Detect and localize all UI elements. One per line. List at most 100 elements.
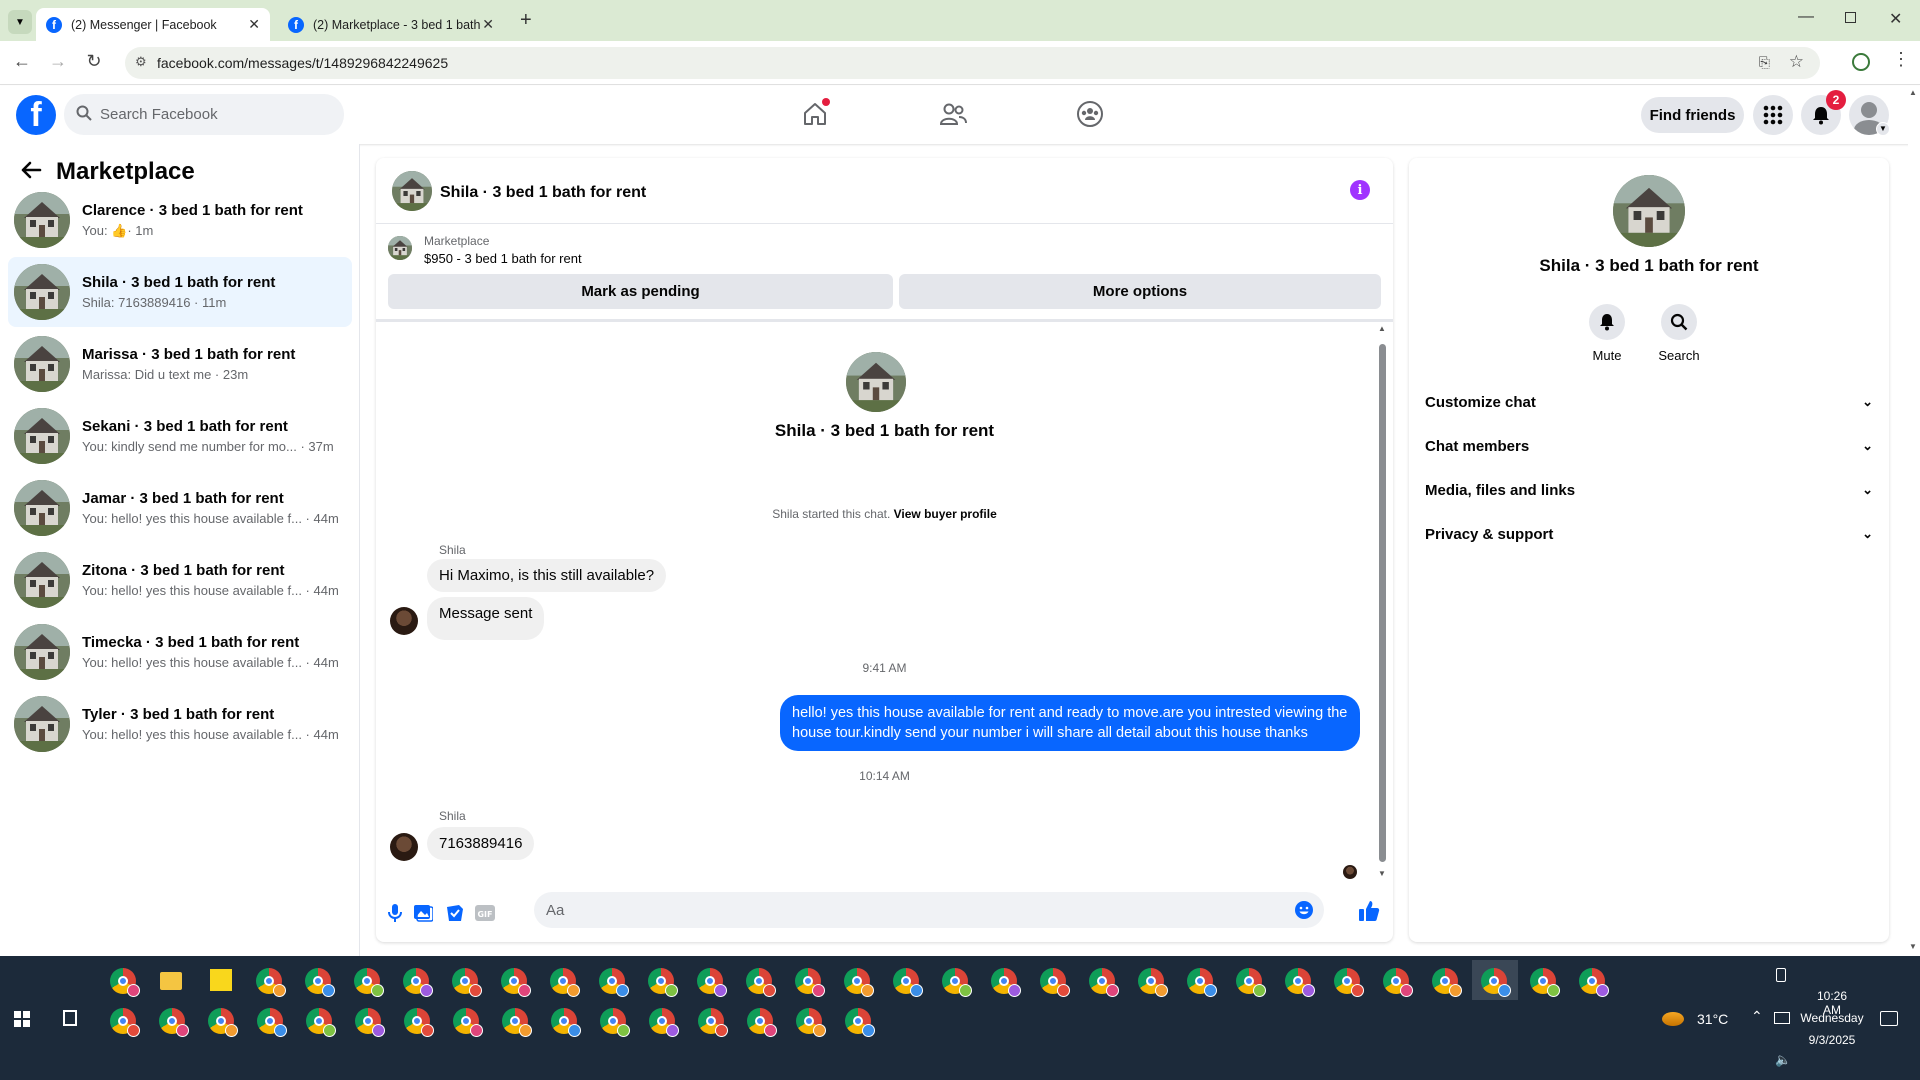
close-tab-icon[interactable]: ✕ (248, 16, 260, 33)
scroll-down-arrow-icon[interactable]: ▼ (1378, 869, 1386, 878)
search-in-chat-button[interactable]: Search (1649, 304, 1709, 363)
chrome-profile-icon[interactable] (845, 1008, 875, 1037)
close-tab-icon[interactable]: ✕ (482, 16, 494, 33)
chrome-profile-icon[interactable] (354, 968, 384, 997)
scrollbar-thumb[interactable] (1379, 344, 1386, 862)
message-bubble[interactable]: Hi Maximo, is this still available? (427, 559, 667, 592)
customize-chat-row[interactable]: Customize chat ⌄ (1425, 380, 1873, 424)
chrome-profile-icon[interactable] (1089, 968, 1119, 997)
more-options-button[interactable]: More options (899, 274, 1381, 309)
minimize-icon[interactable]: — (1798, 8, 1814, 26)
chrome-profile-icon[interactable] (1236, 968, 1266, 997)
mute-button[interactable]: Mute (1577, 304, 1637, 363)
file-explorer-icon[interactable] (160, 972, 182, 990)
details-avatar[interactable] (1613, 175, 1685, 247)
site-info-icon[interactable]: ⚙ (135, 54, 147, 70)
tab-marketplace[interactable]: f (2) Marketplace - 3 bed 1 bath ✕ (278, 8, 504, 41)
weather-temp[interactable]: 31°C (1697, 1011, 1728, 1027)
chrome-profile-icon[interactable] (747, 1008, 777, 1037)
chrome-profile-icon[interactable] (1187, 968, 1217, 997)
chrome-profile-icon[interactable] (698, 1008, 728, 1037)
back-icon[interactable]: ← (10, 51, 34, 72)
chrome-profile-icon[interactable] (1334, 968, 1364, 997)
chat-members-row[interactable]: Chat members ⌄ (1425, 424, 1873, 468)
chrome-profile-icon[interactable] (110, 968, 140, 997)
microphone-icon[interactable] (384, 902, 406, 924)
notification-center-icon[interactable] (1880, 1011, 1898, 1026)
friends-icon[interactable] (937, 98, 969, 130)
bookmark-star-icon[interactable]: ☆ (1789, 52, 1804, 72)
chat-avatar[interactable] (392, 171, 432, 211)
chrome-profile-icon[interactable] (942, 968, 972, 997)
chrome-profile-icon[interactable] (404, 1008, 434, 1037)
chrome-profile-icon[interactable] (355, 1008, 385, 1037)
chrome-profile-icon[interactable] (844, 968, 874, 997)
media-files-links-row[interactable]: Media, files and links ⌄ (1425, 468, 1873, 512)
chrome-profile-icon[interactable] (599, 968, 629, 997)
sticker-icon[interactable] (444, 902, 466, 924)
chrome-profile-icon[interactable] (257, 1008, 287, 1037)
restore-icon[interactable] (1845, 12, 1856, 23)
chrome-profile-icon[interactable] (501, 968, 531, 997)
conversation-item[interactable]: Tyler · 3 bed 1 bath for rent You: hello… (8, 689, 352, 759)
gif-icon[interactable]: GIF (474, 902, 496, 924)
scroll-up-arrow-icon[interactable]: ▲ (1378, 324, 1386, 333)
info-icon[interactable]: i (1350, 180, 1370, 200)
chrome-profile-icon[interactable] (403, 968, 433, 997)
conversation-item[interactable]: Zitona · 3 bed 1 bath for rent You: hell… (8, 545, 352, 615)
chrome-profile-icon[interactable] (1383, 968, 1413, 997)
chrome-profile-icon[interactable] (697, 968, 727, 997)
chrome-profile-icon[interactable] (110, 1008, 140, 1037)
url-field[interactable]: ⚙ facebook.com/messages/t/14892968422496… (125, 47, 1820, 79)
forward-icon[interactable]: → (46, 51, 70, 72)
sender-avatar[interactable] (390, 607, 418, 635)
clock-date[interactable]: 9/3/2025 (1804, 1033, 1860, 1047)
chrome-profile-icon[interactable] (746, 968, 776, 997)
chat-title[interactable]: Shila · 3 bed 1 bath for rent (440, 184, 646, 202)
message-input[interactable]: Aa (534, 892, 1324, 928)
listing-title[interactable]: $950 - 3 bed 1 bath for rent (424, 251, 582, 266)
emoji-icon[interactable] (1294, 900, 1314, 920)
my-message-bubble[interactable]: hello! yes this house available for rent… (780, 695, 1360, 751)
chrome-profile-icon[interactable] (256, 968, 286, 997)
weather-icon[interactable] (1662, 1012, 1684, 1026)
menu-grid-icon[interactable] (1753, 95, 1793, 135)
back-arrow-icon[interactable] (20, 160, 42, 185)
chrome-profile-icon[interactable] (1481, 968, 1511, 997)
sticky-notes-icon[interactable] (210, 969, 232, 991)
chrome-profile-icon[interactable] (1579, 968, 1609, 997)
chrome-profile-icon[interactable] (991, 968, 1021, 997)
reload-icon[interactable]: ↻ (82, 51, 106, 72)
find-friends-button[interactable]: Find friends (1641, 97, 1744, 133)
message-bubble[interactable]: Message sent (427, 597, 545, 640)
sender-avatar[interactable] (390, 833, 418, 861)
chrome-profile-icon[interactable] (795, 968, 825, 997)
tray-chevron-up-icon[interactable]: ⌃ (1751, 1008, 1763, 1025)
chrome-profile-icon[interactable] (1530, 968, 1560, 997)
chrome-profile-icon[interactable] (502, 1008, 532, 1037)
chrome-profile-icon[interactable] (796, 1008, 826, 1037)
search-input[interactable]: Search Facebook (64, 94, 344, 135)
conversation-item[interactable]: Timecka · 3 bed 1 bath for rent You: hel… (8, 617, 352, 687)
chrome-profile-icon[interactable] (159, 1008, 189, 1037)
chrome-profile-icon[interactable] (893, 968, 923, 997)
chrome-profile-icon[interactable] (306, 1008, 336, 1037)
install-icon[interactable]: ⎘ (1759, 54, 1770, 71)
page-scroll-up-arrow-icon[interactable]: ▲ (1909, 88, 1917, 97)
facebook-logo-icon[interactable]: f (16, 95, 56, 135)
task-view-icon[interactable] (63, 1010, 77, 1026)
start-windows-icon[interactable] (14, 1011, 30, 1027)
conversation-item[interactable]: Sekani · 3 bed 1 bath for rent You: kind… (8, 401, 352, 471)
photo-icon[interactable] (412, 902, 434, 924)
chrome-profile-icon[interactable] (452, 968, 482, 997)
chrome-profile-icon[interactable] (1040, 968, 1070, 997)
page-scrollbar[interactable]: ▲ ▼ (1908, 86, 1920, 956)
browser-menu-icon[interactable]: ⋮ (1892, 49, 1910, 70)
network-icon[interactable] (1774, 1012, 1790, 1024)
volume-icon[interactable]: 🔈 (1775, 1052, 1791, 1068)
message-bubble[interactable]: 7163889416 (427, 827, 535, 860)
conversation-item[interactable]: Jamar · 3 bed 1 bath for rent You: hello… (8, 473, 352, 543)
system-tray-device-icon[interactable] (1776, 968, 1786, 982)
privacy-support-row[interactable]: Privacy & support ⌄ (1425, 512, 1873, 556)
like-thumb-icon[interactable] (1358, 900, 1380, 922)
